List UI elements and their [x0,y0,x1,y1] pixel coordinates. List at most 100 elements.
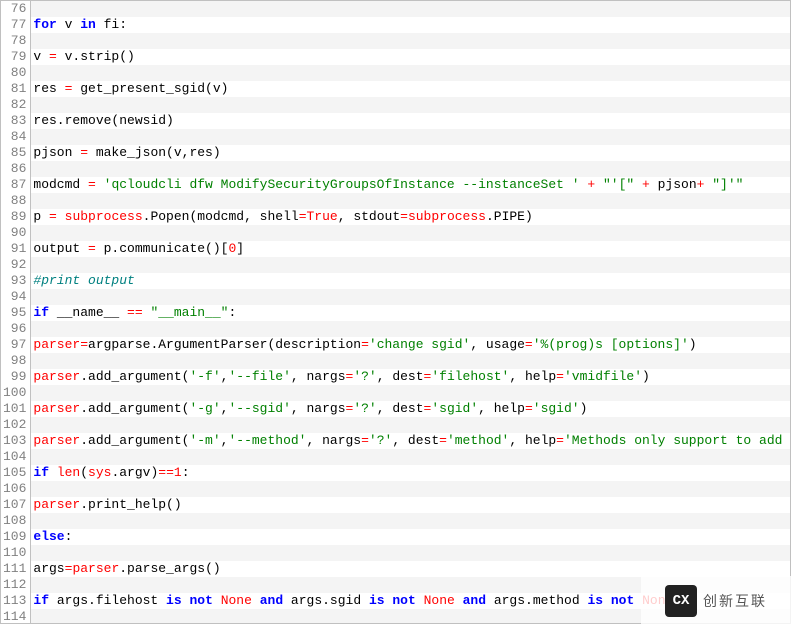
line-number: 95 [3,305,26,321]
code-line[interactable] [31,545,790,561]
code-token: v [57,17,80,32]
code-token: is [587,593,603,608]
code-token: '%(prog)s [options]' [533,337,689,352]
code-line[interactable] [31,353,790,369]
code-token: = [556,433,564,448]
code-token: = [361,337,369,352]
code-line[interactable]: args=parser.parse_args() [31,561,790,577]
line-number: 83 [3,113,26,129]
code-token [455,593,463,608]
code-line[interactable] [31,161,790,177]
code-line[interactable] [31,417,790,433]
code-line[interactable] [31,193,790,209]
code-token: 'change sgid' [369,337,470,352]
code-token: .add_argument( [80,369,189,384]
code-token: = [525,337,533,352]
code-line[interactable] [31,513,790,529]
code-line[interactable]: parser.print_help() [31,497,790,513]
code-line[interactable]: parser=argparse.ArgumentParser(descripti… [31,337,790,353]
code-line[interactable]: p = subprocess.Popen(modcmd, shell=True,… [31,209,790,225]
code-token: 'filehost' [431,369,509,384]
code-token: not [611,593,634,608]
code-line[interactable]: output = p.communicate()[0] [31,241,790,257]
code-line[interactable]: modcmd = 'qcloudcli dfw ModifySecurityGr… [31,177,790,193]
code-token: args [33,561,64,576]
watermark-brand-text: 创新互联 [703,591,767,611]
code-line[interactable]: parser.add_argument('-g','--sgid', nargs… [31,401,790,417]
line-number: 87 [3,177,26,193]
code-token: , dest [377,401,424,416]
line-number: 91 [3,241,26,257]
code-line[interactable] [31,65,790,81]
code-line[interactable]: parser.add_argument('-f','--file', nargs… [31,369,790,385]
code-token: 'qcloudcli dfw ModifySecurityGroupsOfIns… [104,177,580,192]
code-line[interactable] [31,97,790,113]
code-token: : [65,529,73,544]
line-number: 97 [3,337,26,353]
line-number: 88 [3,193,26,209]
code-token: : [228,305,236,320]
code-token: + [587,177,595,192]
code-token: 'method' [447,433,509,448]
code-line[interactable] [31,1,790,17]
line-number: 79 [3,49,26,65]
line-number: 107 [3,497,26,513]
line-number: 114 [3,609,26,625]
code-line[interactable] [31,481,790,497]
code-line[interactable]: v = v.strip() [31,49,790,65]
code-line[interactable] [31,289,790,305]
code-token: for [33,17,56,32]
line-number: 99 [3,369,26,385]
code-line[interactable]: parser.add_argument('-m','--method', nar… [31,433,790,449]
code-token: , nargs [291,401,346,416]
code-line[interactable] [31,225,790,241]
line-number-gutter: 7677787980818283848586878889909192939495… [1,1,31,623]
code-token: is [166,593,182,608]
code-token: '--file' [228,369,290,384]
code-line[interactable]: else: [31,529,790,545]
code-line[interactable] [31,449,790,465]
code-line[interactable] [31,129,790,145]
code-line[interactable]: for v in fi: [31,17,790,33]
code-token: parser [33,433,80,448]
code-token: output [33,241,88,256]
code-line[interactable]: #print output [31,273,790,289]
code-token: None [424,593,455,608]
code-lines[interactable]: for v in fi: v = v.strip() res = get_prese… [31,1,790,623]
line-number: 90 [3,225,26,241]
code-token: None [221,593,252,608]
line-number: 78 [3,33,26,49]
code-line[interactable]: if __name__ == "__main__": [31,305,790,321]
code-token: if [33,465,49,480]
line-number: 110 [3,545,26,561]
code-token: is [369,593,385,608]
code-token: , help [509,369,556,384]
code-token: , usage [470,337,525,352]
code-token: .print_help() [80,497,181,512]
line-number: 100 [3,385,26,401]
code-line[interactable] [31,33,790,49]
code-line[interactable] [31,385,790,401]
code-line[interactable] [31,321,790,337]
line-number: 77 [3,17,26,33]
line-number: 101 [3,401,26,417]
code-token: parser [33,401,80,416]
code-token: , help [509,433,556,448]
code-line[interactable]: pjson = make_json(v,res) [31,145,790,161]
code-line[interactable] [31,257,790,273]
code-token: '-f' [189,369,220,384]
code-line[interactable]: res = get_present_sgid(v) [31,81,790,97]
code-editor[interactable]: 7677787980818283848586878889909192939495… [0,0,791,624]
code-token: = [439,433,447,448]
code-token: ) [642,369,650,384]
code-token: pjson [650,177,697,192]
code-line[interactable]: if len(sys.argv)==1: [31,465,790,481]
code-token: "'[" [603,177,634,192]
line-number: 93 [3,273,26,289]
code-token: 'vmidfile' [564,369,642,384]
code-token: p [33,209,49,224]
code-token: args.filehost [49,593,166,608]
code-token: .parse_args() [119,561,220,576]
code-token [595,177,603,192]
code-line[interactable]: res.remove(newsid) [31,113,790,129]
